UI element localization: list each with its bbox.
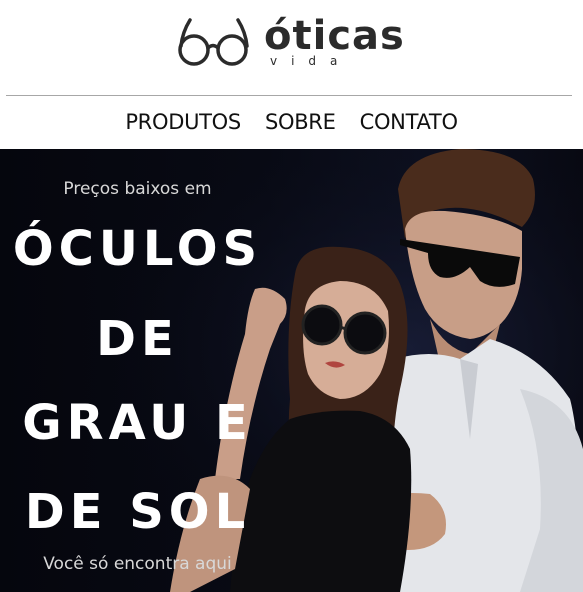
brand-subtitle: vida bbox=[270, 54, 352, 68]
main-nav: PRODUTOS SOBRE CONTATO bbox=[0, 107, 583, 141]
hero-banner: Preços baixos em ÓCULOS DE GRAU E DE SOL… bbox=[0, 149, 583, 592]
glasses-icon bbox=[178, 18, 249, 66]
hero-headline-line-4: DE SOL bbox=[24, 484, 251, 540]
hero-pretitle: Preços baixos em bbox=[63, 179, 212, 199]
nav-item-contato[interactable]: CONTATO bbox=[360, 107, 458, 141]
brand-logo[interactable]: óticas vida bbox=[176, 10, 416, 74]
hero-headline-line-1: ÓCULOS bbox=[12, 221, 263, 277]
nav-item-produtos[interactable]: PRODUTOS bbox=[125, 107, 241, 141]
hero-headline-line-3: GRAU E bbox=[22, 395, 253, 451]
hero-headline-line-2: DE bbox=[96, 311, 179, 367]
header-divider bbox=[6, 95, 572, 96]
nav-item-sobre[interactable]: SOBRE bbox=[265, 107, 336, 141]
site-header: óticas vida bbox=[0, 0, 583, 96]
hero-subtitle: Você só encontra aqui bbox=[43, 554, 232, 574]
brand-name: óticas bbox=[264, 13, 405, 59]
